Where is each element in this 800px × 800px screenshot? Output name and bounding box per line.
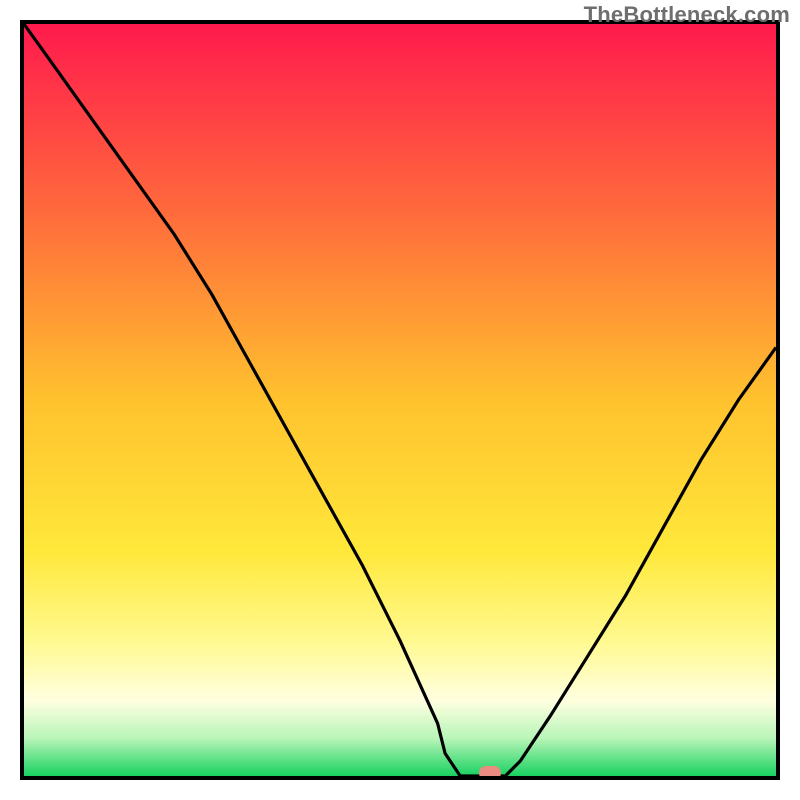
optimum-marker — [479, 766, 501, 780]
chart-container: TheBottleneck.com — [0, 0, 800, 800]
watermark-text: TheBottleneck.com — [584, 2, 790, 28]
plot-area — [20, 20, 780, 780]
bottleneck-curve — [24, 24, 776, 776]
